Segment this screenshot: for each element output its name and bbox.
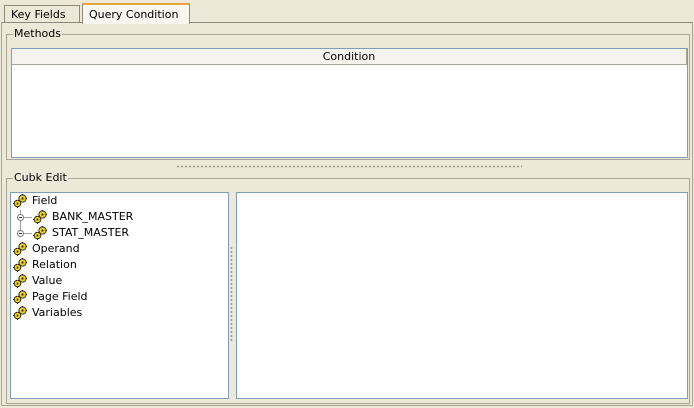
tree-item-label: Operand (32, 242, 80, 255)
tree-item-label: BANK_MASTER (52, 210, 134, 223)
gear-cluster-icon (13, 290, 27, 304)
gear-cluster-icon (33, 210, 47, 224)
expand-toggle-icon[interactable] (17, 214, 24, 221)
methods-legend: Methods (13, 27, 62, 41)
tree-item-label: Page Field (32, 290, 88, 303)
gear-cluster-icon (13, 258, 27, 272)
expand-toggle-icon[interactable] (17, 230, 24, 237)
condition-editor-panel[interactable] (236, 192, 688, 399)
tree-panel[interactable]: Field BANK_MASTER STAT_MASTER Operand Re… (10, 192, 229, 399)
condition-column-header[interactable]: Condition (12, 49, 687, 65)
tree-item-label: Relation (32, 258, 77, 271)
tab-query-condition[interactable]: Query Condition (82, 3, 190, 24)
horizontal-splitter-handle[interactable] (176, 165, 522, 168)
tab-query-condition-label: Query Condition (89, 8, 179, 21)
tree-item-label: Field (32, 194, 58, 207)
condition-column-label: Condition (322, 50, 376, 63)
gear-cluster-icon (13, 274, 27, 288)
gear-cluster-icon (13, 194, 27, 208)
gear-cluster-icon (33, 226, 47, 240)
cubk-edit-legend: Cubk Edit (13, 171, 68, 185)
vertical-splitter-handle[interactable] (230, 246, 233, 342)
tab-key-fields[interactable]: Key Fields (4, 5, 80, 22)
gear-cluster-icon (13, 306, 27, 320)
tree-item-label: Variables (32, 306, 83, 319)
tree-item-label: STAT_MASTER (52, 226, 130, 239)
gear-cluster-icon (13, 242, 27, 256)
tree-item-label: Value (32, 274, 63, 287)
condition-table[interactable]: Condition (11, 48, 688, 158)
tab-key-fields-label: Key Fields (11, 8, 66, 21)
